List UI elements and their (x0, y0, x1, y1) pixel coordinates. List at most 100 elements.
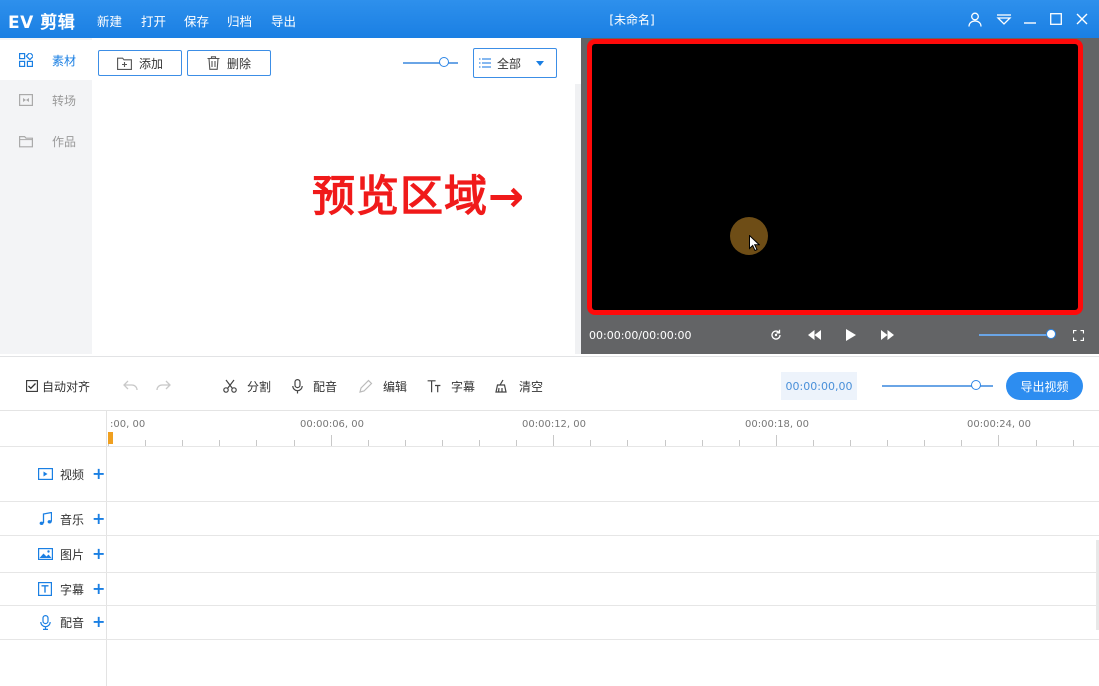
rewind-icon[interactable] (804, 325, 824, 345)
ruler-label: 00:00:24, 00 (967, 419, 1031, 430)
toolbar-divider (0, 356, 1099, 357)
video-icon (37, 466, 53, 482)
subtitle-label: 字幕 (451, 379, 476, 394)
media-zoom-slider[interactable] (403, 57, 458, 67)
ruler-tick (553, 435, 555, 446)
undo-icon[interactable] (123, 377, 148, 395)
track-divider (0, 639, 1099, 640)
sidebar-item-works[interactable]: 作品 (0, 121, 92, 161)
list-icon (479, 58, 491, 68)
dub-button[interactable]: 配音 (292, 377, 337, 395)
track-label: 音乐 (60, 512, 85, 527)
volume-knob[interactable] (1046, 329, 1056, 339)
filter-select[interactable]: 全部 (473, 48, 557, 78)
playback-time: 00:00:00/00:00:00 (589, 329, 692, 342)
add-folder-icon (117, 57, 132, 70)
ruler-label: 00:00:18, 00 (745, 419, 809, 430)
add-music-button[interactable]: + (92, 511, 105, 527)
clear-label: 清空 (519, 379, 544, 394)
auto-align-label: 自动对齐 (42, 379, 91, 394)
scissors-icon (223, 379, 237, 393)
annotation-preview-area: 预览区域→ (312, 172, 526, 222)
text-icon (427, 379, 441, 392)
track-image: 图片 + (0, 544, 107, 564)
image-icon (37, 546, 53, 562)
track-label: 视频 (60, 467, 85, 482)
add-image-button[interactable]: + (92, 546, 105, 562)
volume-slider[interactable] (979, 329, 1056, 339)
chevron-down-icon (536, 61, 544, 66)
grid-icon (19, 53, 33, 67)
ruler-tick (998, 435, 1000, 446)
ruler-label: 00:00:06, 00 (300, 419, 364, 430)
microphone-icon (292, 378, 303, 393)
add-button[interactable]: 添加 (98, 50, 182, 76)
play-icon[interactable] (841, 325, 861, 345)
split-label: 分割 (247, 379, 272, 394)
music-icon (37, 511, 53, 527)
checkbox-checked-icon (26, 380, 38, 392)
delete-button[interactable]: 删除 (187, 50, 271, 76)
text-icon (37, 581, 53, 597)
ruler-label: :00, 00 (110, 419, 146, 430)
auto-align-checkbox[interactable]: 自动对齐 (26, 377, 90, 395)
close-icon[interactable] (1071, 8, 1093, 30)
track-divider (0, 605, 1099, 606)
dub-label: 配音 (313, 379, 338, 394)
filter-select-value: 全部 (497, 56, 522, 71)
add-subtitle-button[interactable]: + (92, 581, 105, 597)
add-video-button[interactable]: + (92, 466, 105, 482)
subtitle-button[interactable]: 字幕 (427, 377, 475, 395)
export-video-button[interactable]: 导出视频 (1006, 372, 1083, 400)
sidebar-item-label: 素材 (52, 53, 77, 68)
trash-icon (207, 56, 220, 70)
track-divider (0, 501, 1099, 502)
preview-screen (587, 39, 1083, 315)
track-music: 音乐 + (0, 509, 107, 529)
pencil-icon (359, 379, 373, 393)
media-zoom-knob[interactable] (438, 57, 449, 67)
left-sidebar: 素材 转场 作品 (0, 38, 92, 354)
add-dubbing-button[interactable]: + (92, 614, 105, 630)
track-divider (0, 572, 1099, 573)
ruler-tick (330, 435, 332, 446)
fullscreen-icon[interactable] (1068, 325, 1088, 345)
sidebar-item-transitions[interactable]: 转场 (0, 80, 92, 120)
user-icon[interactable] (964, 8, 986, 30)
timeline-ruler[interactable] (0, 430, 1099, 446)
timeline-top-border (0, 410, 1099, 411)
clear-button[interactable]: 清空 (494, 377, 543, 395)
sidebar-item-label: 作品 (52, 134, 77, 149)
folder-icon (19, 134, 33, 148)
track-video: 视频 + (0, 464, 107, 484)
ruler-tick (775, 435, 777, 446)
track-label: 配音 (60, 615, 85, 630)
edit-button[interactable]: 编辑 (359, 377, 407, 395)
split-button[interactable]: 分割 (223, 377, 271, 395)
track-label: 图片 (60, 547, 85, 562)
track-dubbing: 配音 + (0, 612, 107, 632)
timeline-zoom-slider[interactable] (882, 380, 993, 390)
sidebar-item-label: 转场 (52, 93, 77, 108)
playhead-marker[interactable] (108, 432, 113, 444)
track-divider (0, 446, 1099, 447)
timeline-zoom-knob[interactable] (971, 380, 982, 390)
redo-icon[interactable] (156, 377, 181, 395)
minimize-icon[interactable] (1019, 8, 1041, 30)
current-timecode[interactable]: 00:00:00,00 (781, 372, 857, 400)
sidebar-item-materials[interactable]: 素材 (0, 40, 92, 80)
track-subtitle: 字幕 + (0, 579, 107, 599)
maximize-icon[interactable] (1045, 8, 1067, 30)
ruler-label: 00:00:12, 00 (522, 419, 586, 430)
document-title: [未命名] (609, 13, 655, 27)
dropdown-menu-icon[interactable] (993, 8, 1015, 30)
broom-icon (495, 379, 507, 393)
mouse-cursor-icon (749, 234, 761, 254)
track-divider (0, 535, 1099, 536)
transition-icon (19, 93, 33, 107)
delete-button-label: 删除 (226, 56, 251, 71)
fast-forward-icon[interactable] (877, 325, 897, 345)
replay-icon[interactable] (766, 325, 786, 345)
microphone-icon (37, 614, 53, 630)
edit-label: 编辑 (383, 379, 408, 394)
